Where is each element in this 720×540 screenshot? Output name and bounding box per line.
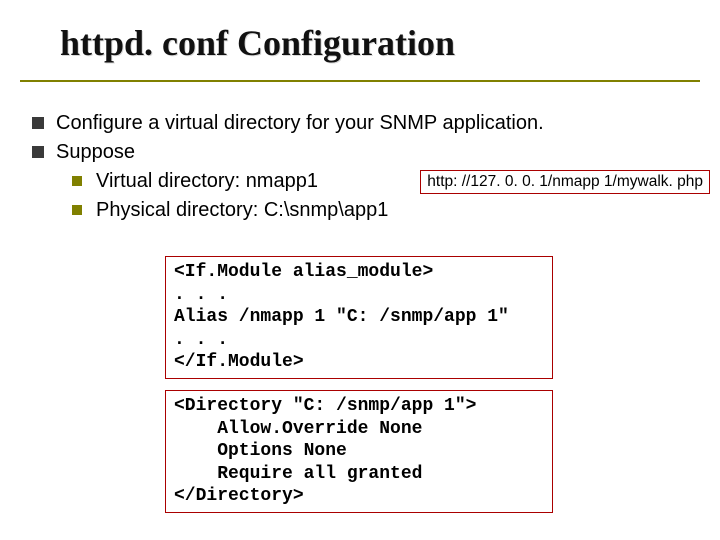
- slide-body: Configure a virtual directory for your S…: [32, 110, 690, 226]
- bullet-text: Configure a virtual directory for your S…: [56, 112, 544, 134]
- bullet-text: Suppose: [56, 141, 135, 163]
- code-block-directory: <Directory "C: /snmp/app 1"> Allow.Overr…: [165, 390, 553, 513]
- url-callout: http: //127. 0. 0. 1/nmapp 1/mywalk. php: [420, 170, 710, 194]
- bullet-text: Virtual directory: nmapp1: [96, 170, 318, 192]
- bullet-level1: Suppose: [32, 139, 690, 166]
- bullet-level1: Configure a virtual directory for your S…: [32, 110, 690, 137]
- slide-title: httpd. conf Configuration: [60, 22, 455, 64]
- slide: httpd. conf Configuration Configure a vi…: [0, 0, 720, 540]
- bullet-level2: Physical directory: C:\snmp\app1: [72, 197, 690, 224]
- code-block-ifmodule: <If.Module alias_module> . . . Alias /nm…: [165, 256, 553, 379]
- title-underline: [20, 80, 700, 82]
- bullet-text: Physical directory: C:\snmp\app1: [96, 199, 388, 221]
